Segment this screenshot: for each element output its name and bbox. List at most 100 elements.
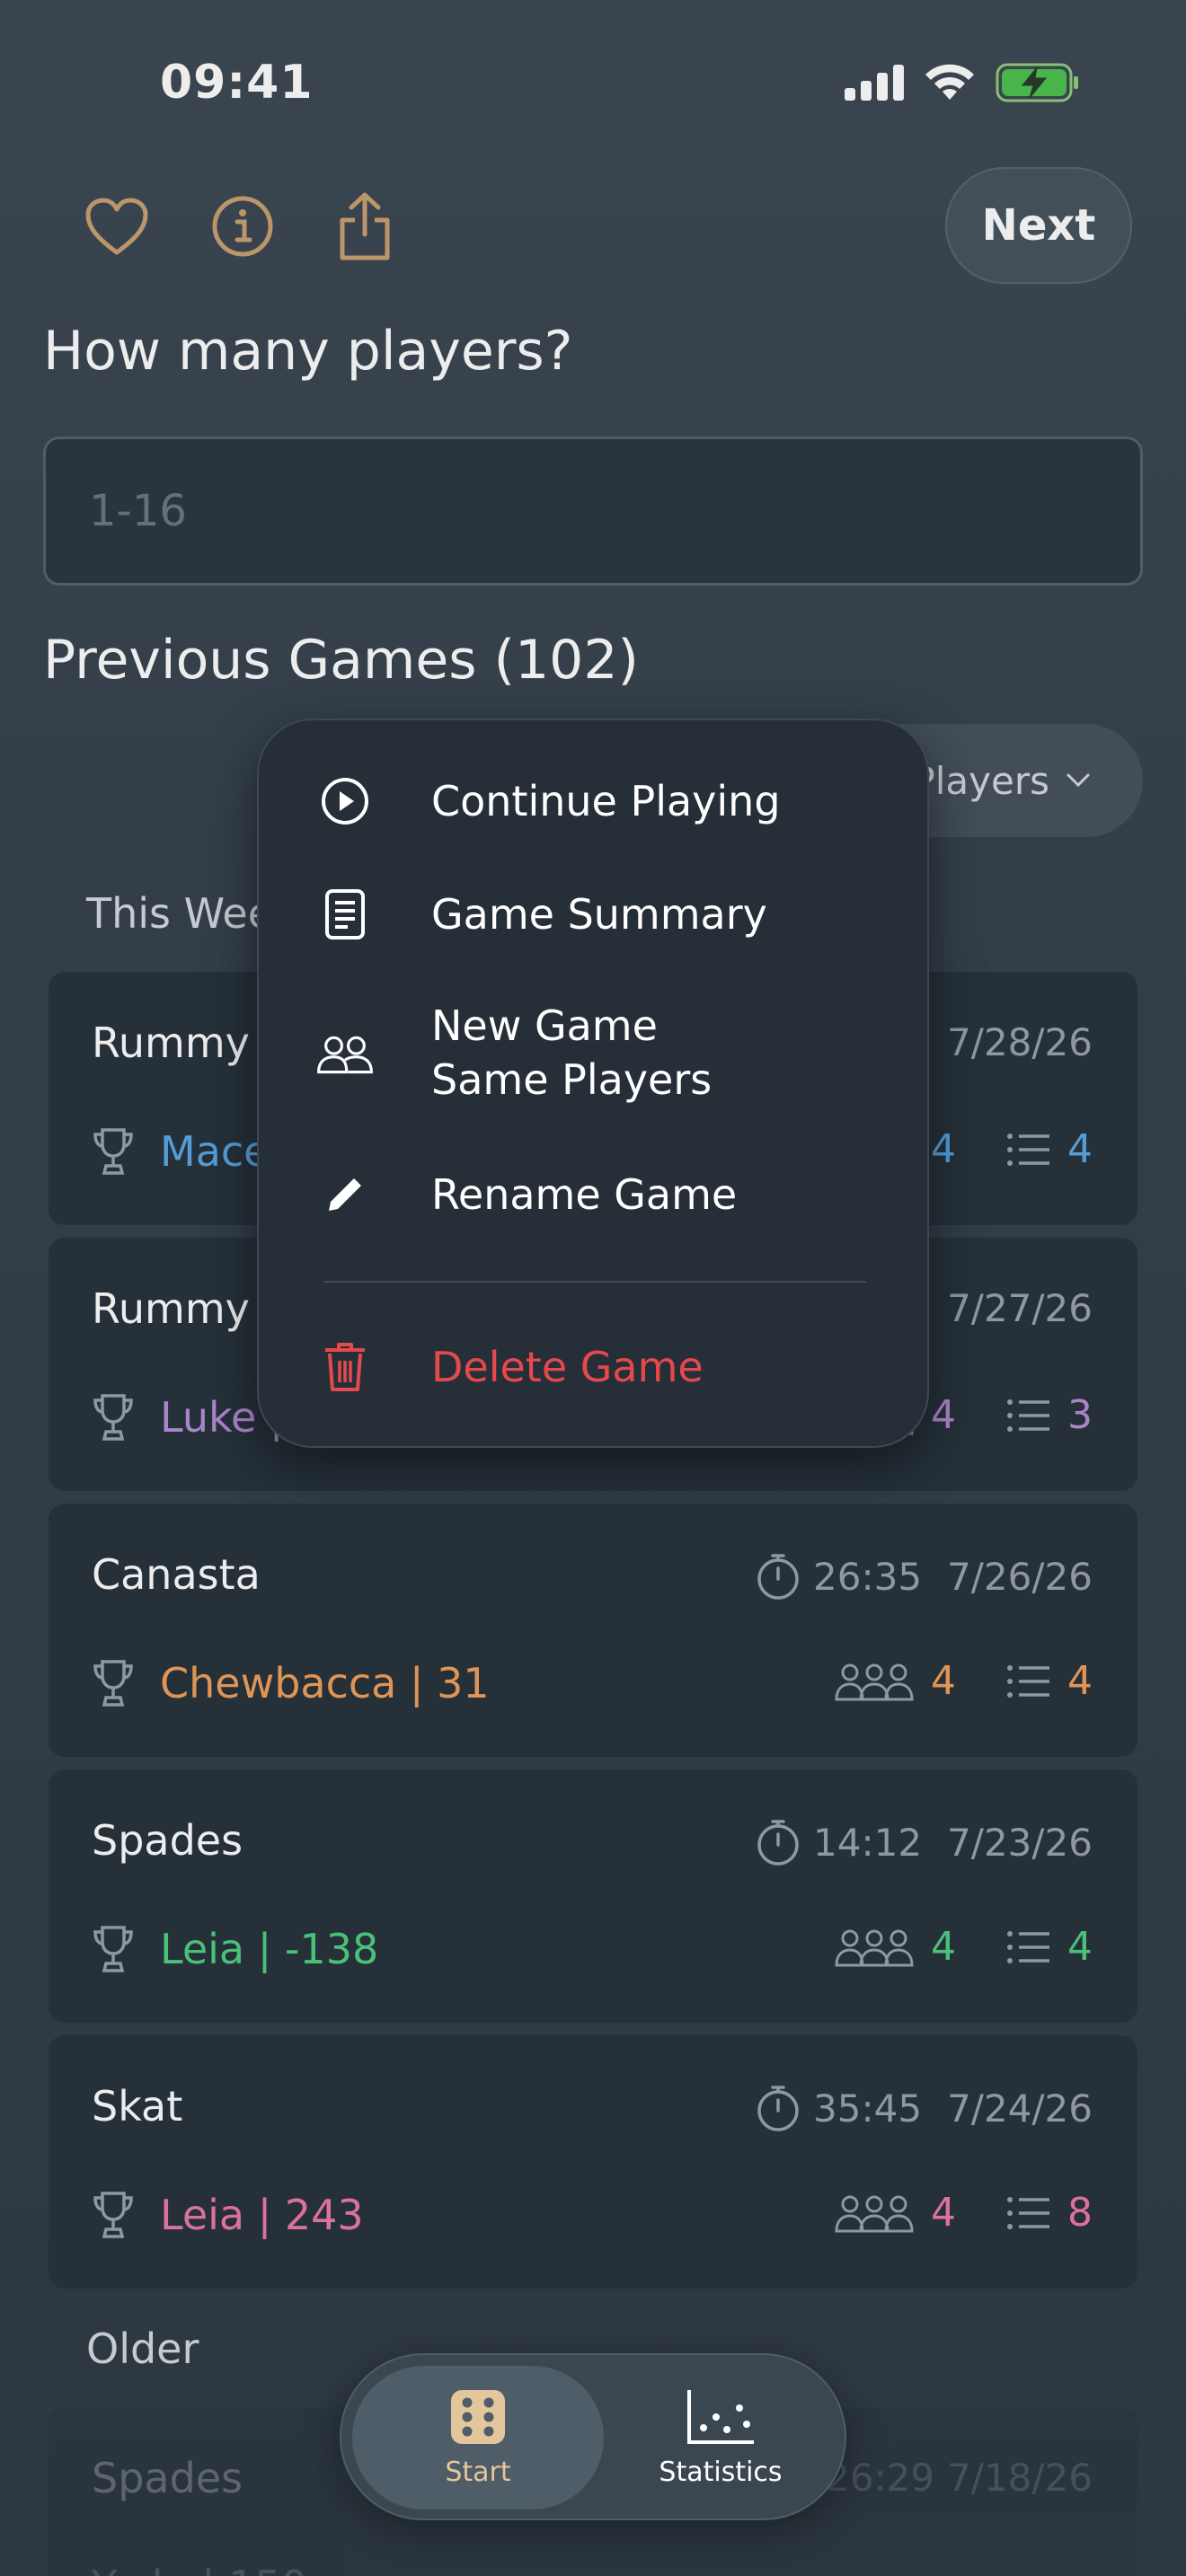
game-name: Rummy <box>92 1019 250 1067</box>
trophy-icon <box>93 2192 133 2238</box>
play-circle-icon <box>316 772 374 830</box>
menu-new-game-same-players[interactable]: New Game Same Players <box>259 999 931 1110</box>
game-name: Spades <box>92 1816 243 1865</box>
player-count: 4 <box>931 1392 956 1438</box>
game-stats: 4 4 <box>834 1658 1093 1704</box>
winner-text: Chewbacca | 31 <box>160 1659 490 1707</box>
game-meta: 35:45 7/24/26 <box>756 2084 1093 2132</box>
timer-icon-wrap <box>756 1818 801 1866</box>
chevron-down-icon <box>1067 773 1090 788</box>
timer-icon <box>757 1820 799 1866</box>
players-count-input[interactable] <box>43 437 1143 586</box>
menu-divider <box>323 1281 866 1283</box>
app-screen: 09:41 Next How many players? 1-16 Previo… <box>0 0 1186 2576</box>
game-card[interactable]: Skat 35:45 7/24/26 Leia | 243 4 8 <box>49 2035 1137 2289</box>
game-date: 7/27/26 <box>947 1286 1093 1330</box>
menu-continue-playing[interactable]: Continue Playing <box>259 772 931 830</box>
rounds-list-icon <box>1007 1398 1049 1432</box>
game-context-menu: Continue Playing Game Summary New Game S… <box>257 719 929 1448</box>
trophy-icon <box>93 1660 133 1707</box>
tab-start-label: Start <box>445 2456 511 2488</box>
round-count: 4 <box>1067 1924 1093 1970</box>
tab-statistics-label: Statistics <box>659 2456 783 2488</box>
trophy-icon <box>93 1128 133 1175</box>
menu-rename-label: Rename Game <box>431 1170 738 1219</box>
menu-continue-label: Continue Playing <box>431 777 781 825</box>
game-winner: Leia | 243 <box>92 2190 364 2240</box>
game-date: 7/23/26 <box>947 1820 1093 1865</box>
game-card[interactable]: Spades 14:12 7/23/26 Leia | -138 4 4 <box>49 1769 1137 2023</box>
older-label: Older <box>86 2325 199 2373</box>
game-date: 7/24/26 <box>947 2086 1093 2130</box>
trash-icon <box>316 1338 374 1396</box>
game-meta: 7/27/26 <box>947 1286 1093 1330</box>
menu-rename-game[interactable]: Rename Game <box>259 1166 931 1223</box>
game-duration: 26:35 <box>813 1554 923 1599</box>
game-name: Skat <box>92 2082 183 2130</box>
winner-text: Yoda | 150 <box>92 2562 307 2576</box>
timer-icon-wrap <box>756 1552 801 1601</box>
heart-icon <box>85 198 148 255</box>
timer-icon <box>757 2086 799 2131</box>
menu-game-summary[interactable]: Game Summary <box>259 886 931 943</box>
round-count: 4 <box>1067 1658 1093 1704</box>
game-meta: 7/28/26 <box>947 1020 1093 1064</box>
players-filter-label: Players <box>912 758 1049 803</box>
player-count: 4 <box>931 1924 956 1970</box>
rounds-list-icon <box>1007 2196 1049 2229</box>
cellular-signal-icon <box>845 65 904 101</box>
game-meta: 26:29 7/18/26 <box>826 2456 1093 2500</box>
winner-text: Leia | -138 <box>160 1925 379 1973</box>
trophy-icon <box>93 1394 133 1441</box>
game-winner: Leia | -138 <box>92 1924 378 1974</box>
trophy-icon <box>93 1926 133 1972</box>
battery-charging-icon <box>996 63 1078 102</box>
game-meta: 26:35 7/26/26 <box>756 1552 1093 1601</box>
game-duration: 35:45 <box>813 2086 923 2130</box>
player-count: 4 <box>931 1126 956 1172</box>
tab-statistics[interactable]: Statistics <box>604 2366 837 2510</box>
next-button[interactable]: Next <box>945 167 1132 284</box>
round-count: 3 <box>1067 1392 1093 1438</box>
game-winner: Chewbacca | 31 <box>92 1658 490 1708</box>
share-button[interactable] <box>322 183 408 269</box>
status-time: 09:41 <box>160 56 314 110</box>
scatter-chart-icon <box>687 2389 754 2444</box>
round-count: 8 <box>1067 2190 1093 2236</box>
menu-delete-game[interactable]: Delete Game <box>259 1338 931 1396</box>
winner-text: Leia | 243 <box>160 2191 364 2239</box>
menu-new-game-label-2: Same Players <box>431 1055 712 1104</box>
tab-bar: Start Statistics <box>340 2353 846 2520</box>
players-title: How many players? <box>43 320 573 383</box>
players-icon <box>835 1663 914 1700</box>
player-count: 4 <box>931 2190 956 2236</box>
menu-summary-label: Game Summary <box>431 890 767 939</box>
share-icon <box>340 192 390 260</box>
game-name: Canasta <box>92 1550 261 1599</box>
player-count: 4 <box>931 1658 956 1704</box>
players-icon <box>835 2195 914 2232</box>
timer-icon-wrap <box>756 2084 801 2132</box>
wifi-icon <box>925 64 974 100</box>
pencil-icon <box>316 1166 374 1223</box>
favorite-button[interactable] <box>74 183 160 269</box>
rounds-list-icon <box>1007 1664 1049 1698</box>
game-card[interactable]: Canasta 26:35 7/26/26 Chewbacca | 31 4 4 <box>49 1504 1137 1757</box>
info-button[interactable] <box>199 183 286 269</box>
game-date: 7/28/26 <box>947 1020 1093 1064</box>
dice-icon <box>451 2389 505 2444</box>
game-meta: 14:12 7/23/26 <box>756 1818 1093 1866</box>
timer-icon <box>757 1554 799 1600</box>
round-count: 4 <box>1067 1126 1093 1172</box>
game-winner: Yoda | 150 <box>92 2562 307 2576</box>
game-name: Rummy <box>92 1284 250 1333</box>
menu-new-game-label-1: New Game <box>431 1001 658 1050</box>
game-stats: 4 4 <box>834 1924 1093 1970</box>
game-stats: 4 8 <box>834 2190 1093 2236</box>
rounds-list-icon <box>1007 1133 1049 1166</box>
menu-delete-label: Delete Game <box>431 1343 704 1391</box>
tab-start[interactable]: Start <box>352 2366 604 2510</box>
game-date: 7/18/26 <box>947 2456 1093 2500</box>
game-name: Spades <box>92 2454 243 2502</box>
game-duration: 14:12 <box>813 1820 923 1865</box>
